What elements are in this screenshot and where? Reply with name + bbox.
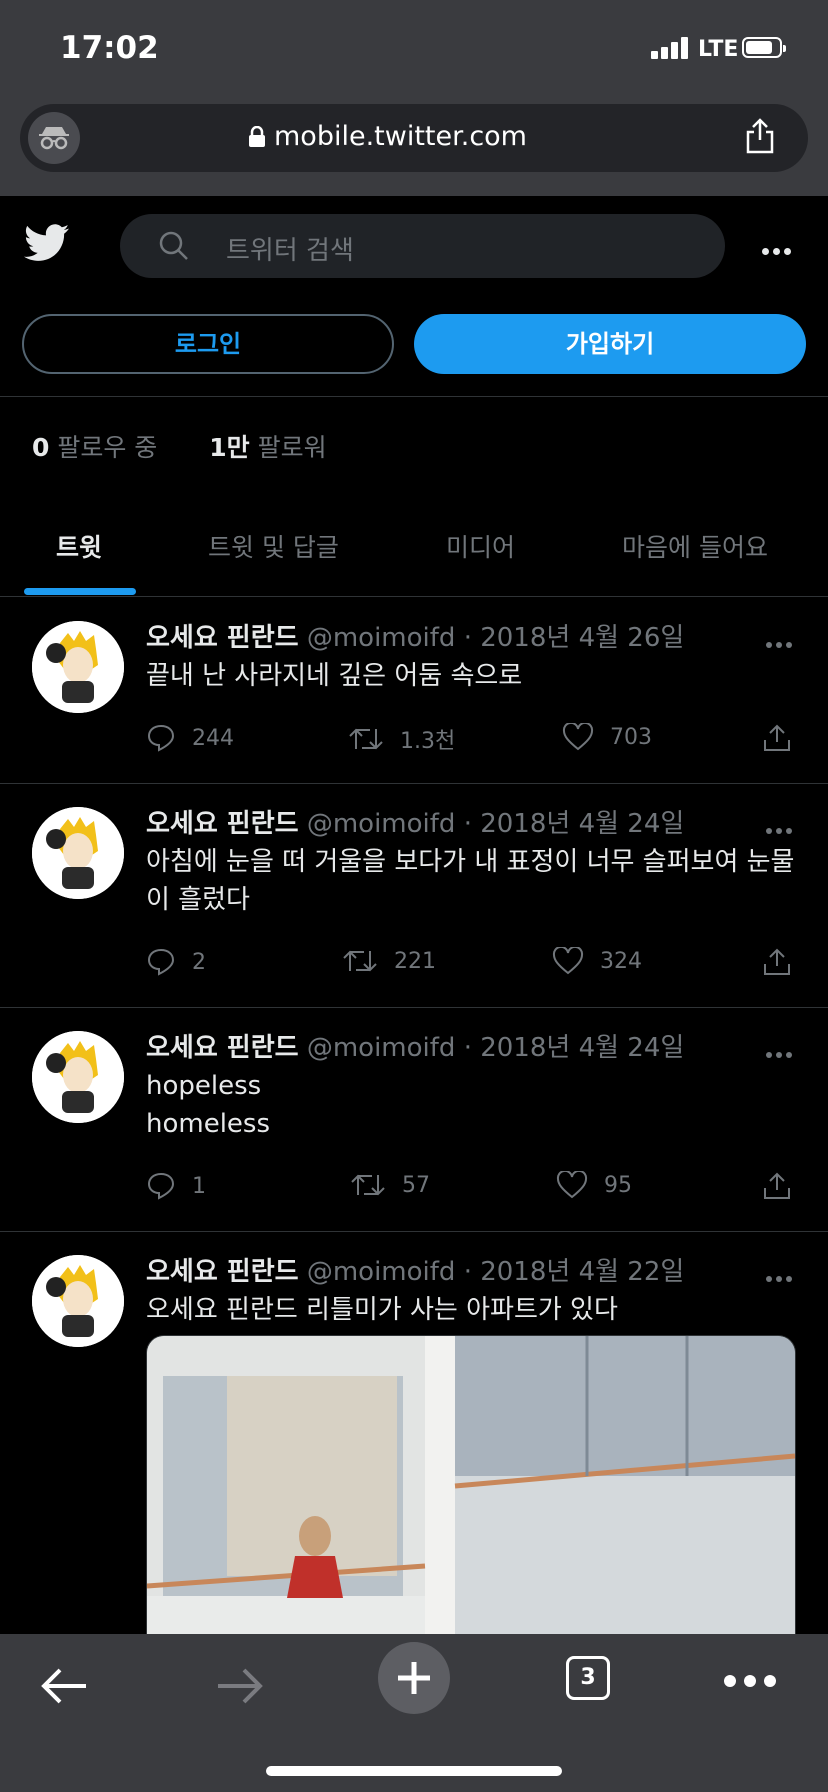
tweet-date[interactable]: · 2018년 4월 24일	[464, 809, 685, 839]
tabs-button[interactable]: 3	[566, 1656, 610, 1700]
tweet[interactable]: 오세요 핀란드 @moimoifd · 2018년 4월 24일 hopeles…	[0, 1007, 828, 1232]
tweet-actions: 1 57 95	[146, 1171, 796, 1211]
retweet-icon	[343, 950, 377, 972]
reply-icon	[147, 948, 175, 976]
browser-toolbar: mobile.twitter.com	[0, 96, 828, 196]
reply-icon	[147, 1172, 175, 1200]
browser-bottom-toolbar: 3	[0, 1634, 828, 1792]
tweet-more-icon[interactable]	[766, 1267, 792, 1286]
more-menu-icon[interactable]	[762, 240, 791, 259]
follow-stats: 0 팔로우 중 1만 팔로워	[32, 428, 327, 464]
tweet-author-name[interactable]: 오세요 핀란드	[146, 1257, 299, 1287]
retweet-icon	[349, 728, 383, 750]
reply-button[interactable]: 244	[146, 723, 234, 753]
search-icon	[159, 231, 188, 260]
avatar[interactable]	[32, 1255, 124, 1347]
share-tweet-button[interactable]	[762, 723, 792, 753]
tweet-author-name[interactable]: 오세요 핀란드	[146, 809, 299, 839]
reply-button[interactable]: 1	[146, 1171, 206, 1201]
battery-icon	[742, 37, 786, 58]
retweet-button[interactable]: 221	[342, 947, 436, 975]
share-icon	[764, 948, 790, 975]
auth-bar: 로그인 가입하기	[0, 296, 828, 397]
followers-link[interactable]: 1만 팔로워	[209, 433, 326, 462]
tweet-text-line: homeless	[146, 1109, 271, 1139]
tweet-more-icon[interactable]	[766, 633, 792, 652]
login-button[interactable]: 로그인	[22, 314, 394, 374]
forward-arrow-icon[interactable]	[214, 1666, 264, 1706]
retweet-icon	[351, 1174, 385, 1196]
reply-icon	[147, 724, 175, 752]
tab-likes[interactable]: 마음에 들어요	[622, 528, 768, 564]
search-input[interactable]: 트위터 검색	[120, 214, 725, 278]
tab-tweets-replies[interactable]: 트윗 및 답글	[208, 528, 339, 564]
browser-menu-icon[interactable]	[724, 1672, 776, 1691]
address-bar[interactable]: mobile.twitter.com	[20, 104, 808, 172]
like-button[interactable]: 95	[556, 1171, 632, 1199]
status-time: 17:02	[60, 30, 159, 66]
tweet[interactable]: 오세요 핀란드 @moimoifd · 2018년 4월 26일 끝내 난 사라…	[0, 597, 828, 784]
tweet-actions: 244 1.3천 703	[146, 723, 796, 763]
share-icon[interactable]	[744, 118, 776, 154]
heart-icon	[552, 947, 584, 975]
avatar[interactable]	[32, 807, 124, 899]
signup-button[interactable]: 가입하기	[414, 314, 806, 374]
following-link[interactable]: 0 팔로우 중	[32, 433, 157, 462]
retweet-button[interactable]: 57	[350, 1171, 430, 1199]
heart-icon	[562, 723, 594, 751]
tweet-text: 오세요 핀란드 리틀미가 사는 아파트가 있다	[146, 1295, 618, 1325]
tabs-count: 3	[580, 1665, 596, 1690]
home-indicator	[266, 1766, 562, 1776]
retweet-button[interactable]: 1.3천	[348, 723, 455, 755]
share-tweet-button[interactable]	[762, 947, 792, 977]
avatar[interactable]	[32, 621, 124, 713]
url-text: mobile.twitter.com	[274, 121, 527, 152]
tweet-text: 끝내 난 사라지네 깊은 어둠 속으로	[146, 661, 523, 691]
twitter-header: 트위터 검색	[0, 196, 828, 296]
incognito-icon[interactable]	[28, 112, 80, 164]
like-button[interactable]: 324	[552, 947, 642, 975]
share-icon	[764, 724, 790, 751]
avatar[interactable]	[32, 1031, 124, 1123]
tweet-date[interactable]: · 2018년 4월 24일	[464, 1033, 685, 1063]
tweet-text: 아침에 눈을 떠 거울을 보다가 내 표정이 너무 슬퍼보여 눈물이 흘렀다	[146, 847, 795, 915]
share-icon	[764, 1172, 790, 1199]
tweet[interactable]: 오세요 핀란드 @moimoifd · 2018년 4월 22일 오세요 핀란드…	[0, 1231, 828, 1737]
plus-icon	[398, 1662, 430, 1694]
active-tab-indicator	[24, 588, 136, 595]
profile-tabs: 트윗 트윗 및 답글 미디어 마음에 들어요	[0, 500, 828, 597]
signal-icon	[651, 37, 691, 59]
tweet-handle[interactable]: @moimoifd	[307, 1257, 456, 1287]
tweet-handle[interactable]: @moimoifd	[307, 809, 456, 839]
network-label: LTE	[698, 37, 739, 62]
tab-tweets[interactable]: 트윗	[56, 528, 102, 564]
tab-media[interactable]: 미디어	[446, 528, 515, 564]
tweet-more-icon[interactable]	[766, 1043, 792, 1062]
tweet-actions: 2 221 324	[146, 947, 796, 987]
heart-icon	[556, 1171, 588, 1199]
status-bar: 17:02 LTE	[0, 0, 828, 96]
like-button[interactable]: 703	[562, 723, 652, 751]
tweet-handle[interactable]: @moimoifd	[307, 623, 456, 653]
tweet-handle[interactable]: @moimoifd	[307, 1033, 456, 1063]
tweet-date[interactable]: · 2018년 4월 26일	[464, 623, 685, 653]
tweet-text: hopeless homeless	[146, 1067, 796, 1143]
share-tweet-button[interactable]	[762, 1171, 792, 1201]
tweet-more-icon[interactable]	[766, 819, 792, 838]
tweet-date[interactable]: · 2018년 4월 22일	[464, 1257, 685, 1287]
twitter-bird-icon[interactable]	[24, 224, 70, 262]
new-tab-button[interactable]	[378, 1642, 450, 1714]
reply-button[interactable]: 2	[146, 947, 206, 977]
tweet[interactable]: 오세요 핀란드 @moimoifd · 2018년 4월 24일 아침에 눈을 …	[0, 783, 828, 1008]
back-arrow-icon[interactable]	[40, 1666, 90, 1706]
lock-icon	[249, 126, 265, 147]
search-placeholder: 트위터 검색	[226, 236, 354, 266]
tweet-author-name[interactable]: 오세요 핀란드	[146, 623, 299, 653]
tweet-text-line: hopeless	[146, 1071, 262, 1101]
tweet-author-name[interactable]: 오세요 핀란드	[146, 1033, 299, 1063]
